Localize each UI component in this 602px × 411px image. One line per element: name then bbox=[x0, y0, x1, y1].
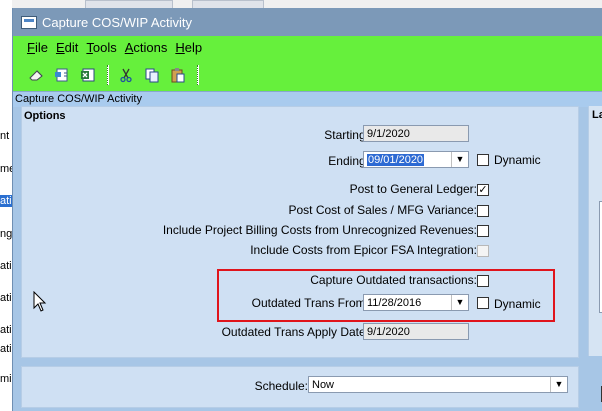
post-cos-label: Post Cost of Sales / MFG Variance: bbox=[288, 203, 477, 217]
ending-dynamic-label: Dynamic bbox=[494, 153, 541, 167]
background-fragment: mi bbox=[0, 373, 12, 385]
schedule-value: Now bbox=[312, 379, 335, 391]
ending-date-value: 09/01/2020 bbox=[367, 154, 425, 166]
include-fsa-checkbox bbox=[477, 245, 489, 257]
outdated-from-value: 11/28/2016 bbox=[367, 297, 422, 309]
include-billing-checkbox[interactable] bbox=[477, 225, 489, 237]
background-fragment-selected: ati bbox=[0, 195, 12, 207]
right-panel: La bbox=[588, 106, 602, 356]
include-fsa-label: Include Costs from Epicor FSA Integratio… bbox=[250, 243, 477, 257]
outdated-dynamic-checkbox[interactable] bbox=[477, 297, 489, 309]
chevron-down-icon[interactable]: ▼ bbox=[451, 295, 468, 310]
ending-dynamic-checkbox[interactable] bbox=[477, 154, 489, 166]
toolbar bbox=[25, 63, 205, 87]
breadcrumb: Capture COS/WIP Activity bbox=[13, 91, 602, 107]
menu-edit[interactable]: Edit bbox=[56, 40, 78, 55]
outdated-from-combo[interactable]: 11/28/2016 ▼ bbox=[363, 294, 469, 311]
outdated-dynamic-label: Dynamic bbox=[494, 297, 541, 311]
title-bar[interactable]: Capture COS/WIP Activity bbox=[13, 8, 602, 36]
menu-help[interactable]: Help bbox=[175, 40, 202, 55]
toolbar-separator bbox=[107, 65, 109, 85]
chevron-down-icon[interactable]: ▼ bbox=[451, 152, 468, 167]
excel-icon[interactable] bbox=[77, 65, 99, 85]
starting-field[interactable]: 9/1/2020 bbox=[363, 125, 469, 142]
copy-icon[interactable] bbox=[141, 65, 163, 85]
breadcrumb-label: Capture COS/WIP Activity bbox=[15, 93, 142, 105]
apply-date-label: Outdated Trans Apply Date: bbox=[221, 325, 369, 339]
ending-date-combo[interactable]: 09/01/2020 ▼ bbox=[363, 151, 469, 168]
background-fragment: ati bbox=[0, 324, 12, 336]
window-title: Capture COS/WIP Activity bbox=[42, 15, 193, 30]
capture-outdated-checkbox[interactable] bbox=[477, 275, 489, 287]
schedule-panel: Schedule: Now ▼ bbox=[21, 366, 579, 408]
schedule-combo[interactable]: Now ▼ bbox=[308, 376, 568, 393]
menu-tools[interactable]: Tools bbox=[86, 40, 116, 55]
capture-outdated-label: Capture Outdated transactions: bbox=[310, 273, 477, 287]
cut-icon[interactable] bbox=[115, 65, 137, 85]
app-icon bbox=[21, 16, 37, 29]
options-panel: Options Starting: 9/1/2020 Ending: 09/01… bbox=[21, 106, 579, 358]
clear-icon[interactable] bbox=[25, 65, 47, 85]
chevron-down-icon[interactable]: ▼ bbox=[550, 377, 567, 392]
capture-cos-wip-window: Capture COS/WIP Activity File Edit Tools… bbox=[12, 8, 602, 411]
background-fragment: nt bbox=[0, 130, 10, 142]
new-icon[interactable] bbox=[51, 65, 73, 85]
background-fragment: ati bbox=[0, 343, 12, 355]
include-billing-label: Include Project Billing Costs from Unrec… bbox=[162, 223, 477, 237]
post-gl-label: Post to General Ledger: bbox=[349, 182, 477, 196]
post-cos-checkbox[interactable] bbox=[477, 205, 489, 217]
post-gl-checkbox[interactable]: ✓ bbox=[477, 184, 489, 196]
right-panel-label: La bbox=[592, 109, 602, 121]
toolbar-separator bbox=[197, 65, 199, 85]
background-window: nt me ati ng ati ati ati ati mi bbox=[0, 0, 15, 411]
background-fragment: ng bbox=[0, 228, 13, 240]
background-fragment: ati bbox=[0, 292, 12, 304]
options-title: Options bbox=[24, 110, 66, 122]
background-fragment: ati bbox=[0, 260, 12, 272]
menu-toolbar-area: File Edit Tools Actions Help bbox=[13, 36, 602, 91]
menu-actions[interactable]: Actions bbox=[125, 40, 168, 55]
paste-icon[interactable] bbox=[167, 65, 189, 85]
schedule-label: Schedule: bbox=[254, 379, 308, 393]
menu-file[interactable]: File bbox=[27, 40, 48, 55]
outdated-from-label: Outdated Trans From: bbox=[251, 296, 369, 310]
menu-bar: File Edit Tools Actions Help bbox=[27, 40, 210, 55]
apply-date-field[interactable]: 9/1/2020 bbox=[363, 323, 469, 340]
